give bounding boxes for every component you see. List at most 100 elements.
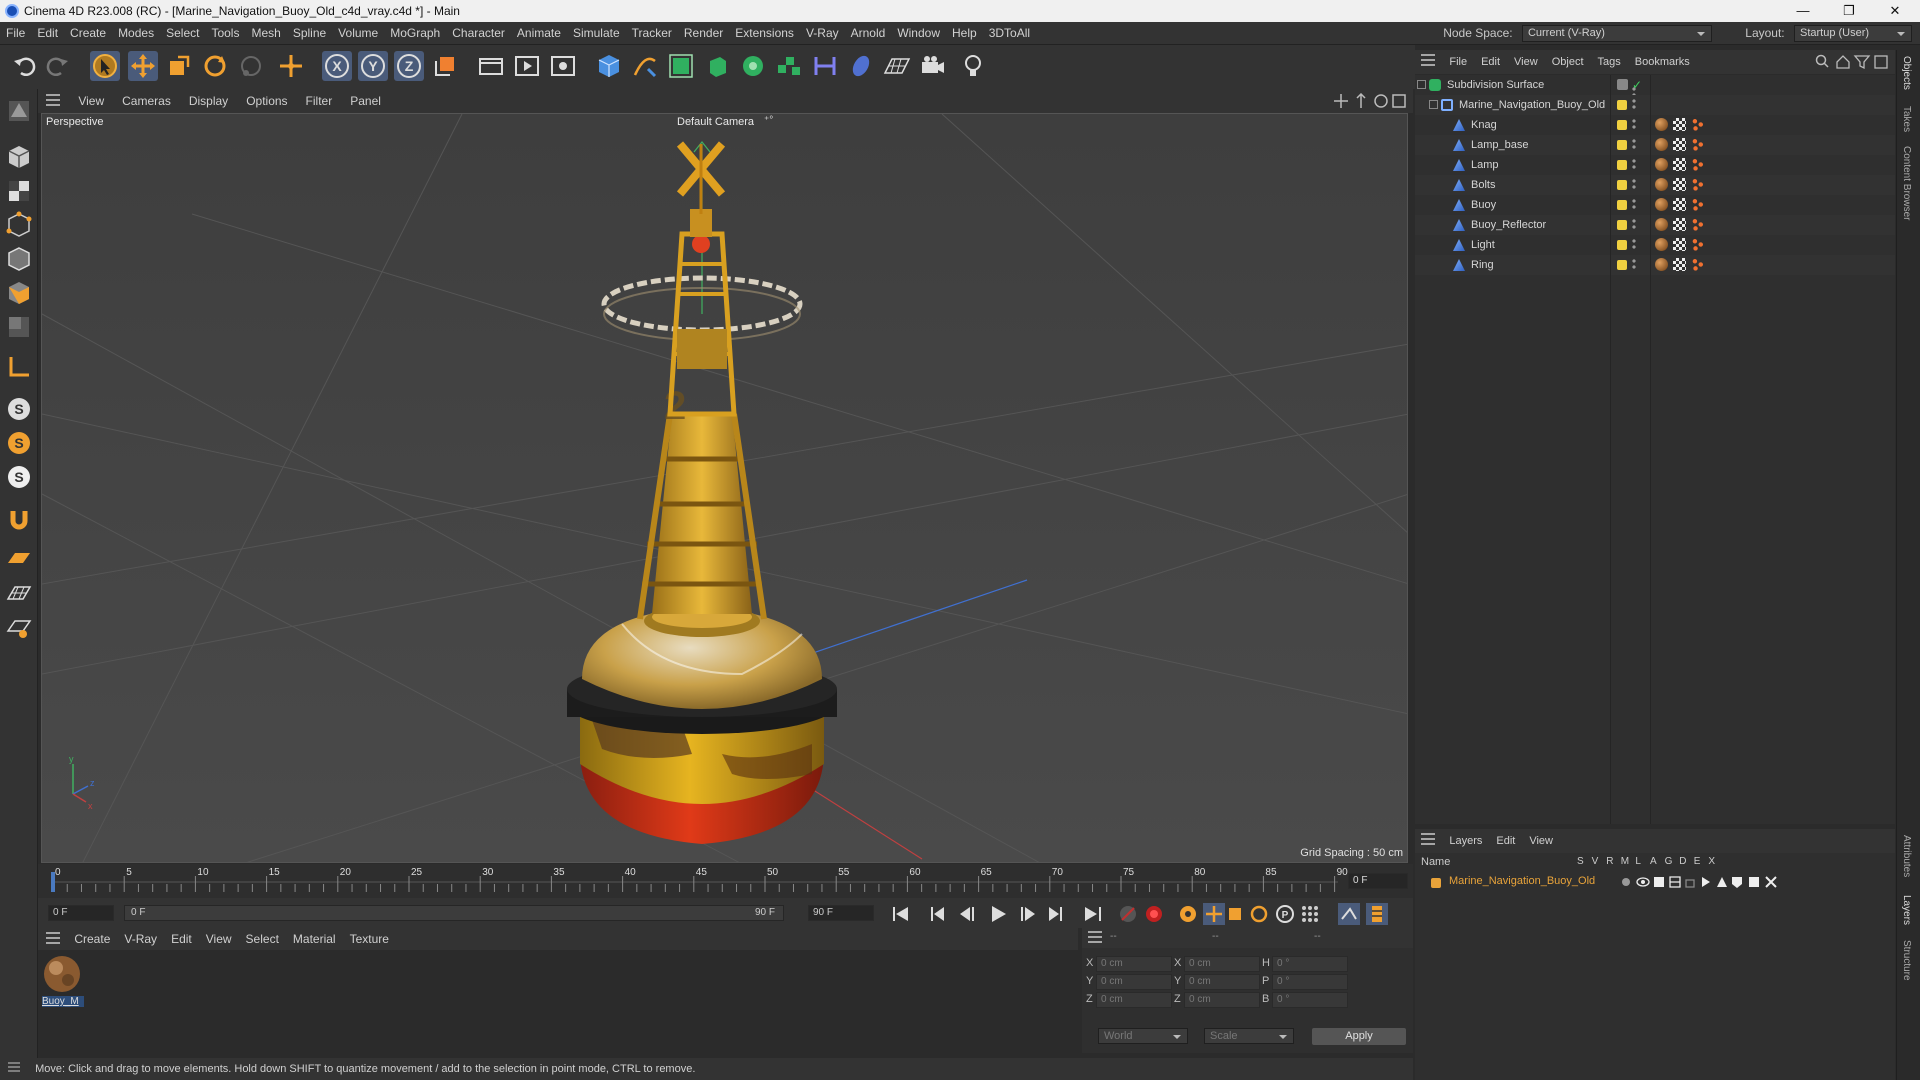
- menu-volume[interactable]: Volume: [332, 22, 384, 45]
- layer-column-d[interactable]: D: [1679, 856, 1686, 867]
- layer-name[interactable]: Marine_Navigation_Buoy_Old: [1449, 875, 1595, 887]
- array-icon[interactable]: [774, 51, 804, 81]
- layer-flag-icons[interactable]: [1619, 875, 1799, 889]
- objects-menu-file[interactable]: File: [1442, 50, 1474, 74]
- coord-field[interactable]: 0 °: [1272, 974, 1348, 990]
- material-hamburger-icon[interactable]: [46, 932, 60, 947]
- material-swatch[interactable]: Buoy_M: [42, 954, 84, 1012]
- object-row-lamp[interactable]: Lamp: [1415, 155, 1895, 175]
- go-to-start-icon[interactable]: [893, 907, 908, 921]
- tab-objects[interactable]: Objects: [1901, 56, 1912, 90]
- layer-color-icon[interactable]: [1617, 260, 1627, 270]
- object-row-knag[interactable]: Knag: [1415, 115, 1895, 135]
- object-name[interactable]: Lamp: [1471, 155, 1499, 175]
- spline-pen-icon[interactable]: [630, 51, 660, 81]
- menu-v-ray[interactable]: V-Ray: [800, 22, 845, 45]
- x-axis-lock-icon[interactable]: X: [322, 51, 352, 81]
- snap-icon[interactable]: S: [5, 395, 33, 423]
- objects-menu-view[interactable]: View: [1507, 50, 1545, 74]
- material-menu-select[interactable]: Select: [239, 928, 286, 950]
- coordinate-system-icon[interactable]: [430, 51, 460, 81]
- rotation-key-icon[interactable]: [1250, 905, 1268, 923]
- menu-arnold[interactable]: Arnold: [845, 22, 892, 45]
- grid-icon[interactable]: [5, 579, 33, 607]
- object-row-subdivision-surface[interactable]: Subdivision Surface ✓: [1415, 75, 1895, 98]
- point-level-animation-icon[interactable]: [1302, 906, 1318, 922]
- minimize-button[interactable]: —: [1780, 0, 1826, 22]
- object-row-marine-navigation-buoy-old[interactable]: Marine_Navigation_Buoy_Old: [1415, 95, 1895, 115]
- extrude-generator-icon[interactable]: [702, 51, 732, 81]
- snap-settings-icon[interactable]: S: [5, 429, 33, 457]
- objects-hamburger-icon[interactable]: [1421, 54, 1435, 69]
- material-menu-view[interactable]: View: [199, 928, 239, 950]
- y-axis-lock-icon[interactable]: Y: [358, 51, 388, 81]
- viewport-menu-filter[interactable]: Filter: [297, 89, 342, 113]
- layer-color-icon[interactable]: [1617, 240, 1627, 250]
- material-menu-texture[interactable]: Texture: [343, 928, 396, 950]
- material-tag-icon[interactable]: [1655, 198, 1668, 211]
- material-tag-icon[interactable]: [1655, 158, 1668, 171]
- layer-color-icon[interactable]: [1617, 180, 1627, 190]
- layer-color-icon[interactable]: [1617, 160, 1627, 170]
- material-menu-v-ray[interactable]: V-Ray: [117, 928, 164, 950]
- frame-range-slider[interactable]: 0 F 90 F: [124, 905, 784, 921]
- menu-3dtoall[interactable]: 3DToAll: [983, 22, 1036, 45]
- coordinate-space-select[interactable]: World: [1098, 1028, 1188, 1044]
- render-picture-viewer-icon[interactable]: [512, 51, 542, 81]
- layers-menu-layers[interactable]: Layers: [1442, 829, 1489, 853]
- viewport-menu-options[interactable]: Options: [237, 89, 296, 113]
- visibility-dots-icon[interactable]: [1632, 198, 1636, 210]
- visibility-dots-icon[interactable]: [1632, 158, 1636, 170]
- object-name[interactable]: Light: [1471, 235, 1495, 255]
- vray-tag-icon[interactable]: [1691, 238, 1704, 251]
- menu-mesh[interactable]: Mesh: [245, 22, 286, 45]
- layer-color-icon[interactable]: [1617, 140, 1627, 150]
- expand-toggle-icon[interactable]: [1417, 80, 1426, 89]
- coord-field[interactable]: 0 °: [1272, 992, 1348, 1008]
- layer-color-icon[interactable]: [1617, 220, 1627, 230]
- object-row-lamp-base[interactable]: Lamp_base: [1415, 135, 1895, 155]
- next-key-icon[interactable]: [1049, 907, 1062, 921]
- timeline-window-icon[interactable]: [1366, 903, 1388, 925]
- motion-tracking-icon[interactable]: [1338, 903, 1360, 925]
- texture-mode-icon[interactable]: [5, 177, 33, 205]
- viewport-projection-label[interactable]: Perspective: [46, 116, 103, 128]
- objects-menu-edit[interactable]: Edit: [1474, 50, 1507, 74]
- layer-column-a[interactable]: A: [1650, 856, 1657, 867]
- tab-attributes[interactable]: Attributes: [1901, 835, 1912, 877]
- keyframe-selection-icon[interactable]: [1180, 906, 1196, 922]
- layer-column-e[interactable]: E: [1694, 856, 1701, 867]
- object-name[interactable]: Bolts: [1471, 175, 1495, 195]
- select-tool-icon[interactable]: [90, 51, 120, 81]
- menu-window[interactable]: Window: [891, 22, 946, 45]
- object-manager-tools[interactable]: [1815, 54, 1891, 70]
- object-name[interactable]: Buoy: [1471, 195, 1496, 215]
- vray-tag-icon[interactable]: [1691, 178, 1704, 191]
- coord-field[interactable]: 0 cm: [1096, 974, 1172, 990]
- texture-tag-icon[interactable]: [1673, 158, 1686, 171]
- light-icon[interactable]: [958, 51, 988, 81]
- layer-column-v[interactable]: V: [1592, 856, 1599, 867]
- vray-tag-icon[interactable]: [1691, 218, 1704, 231]
- start-frame-field[interactable]: 0 F: [48, 905, 114, 921]
- camera-icon[interactable]: [918, 51, 948, 81]
- current-frame-field[interactable]: 0 F: [1348, 873, 1408, 889]
- vray-tag-icon[interactable]: [1691, 198, 1704, 211]
- menu-select[interactable]: Select: [160, 22, 205, 45]
- layer-column-x[interactable]: X: [1708, 856, 1715, 867]
- edges-mode-icon[interactable]: [5, 245, 33, 273]
- layer-column-r[interactable]: R: [1606, 856, 1613, 867]
- coord-field[interactable]: 0 cm: [1184, 974, 1260, 990]
- texture-tag-icon[interactable]: [1673, 178, 1686, 191]
- previous-key-icon[interactable]: [931, 907, 944, 921]
- points-mode-icon[interactable]: [5, 211, 33, 239]
- viewport-menu-panel[interactable]: Panel: [341, 89, 390, 113]
- objects-menu-tags[interactable]: Tags: [1591, 50, 1628, 74]
- field-icon[interactable]: [846, 51, 876, 81]
- editor-toggle-icon[interactable]: [1617, 79, 1628, 90]
- menu-file[interactable]: File: [0, 22, 31, 45]
- camera-link-icon[interactable]: ⁺°: [764, 115, 773, 126]
- axis-mode-icon[interactable]: [5, 353, 33, 381]
- coord-field[interactable]: 0 °: [1272, 956, 1348, 972]
- previous-frame-icon[interactable]: [960, 907, 974, 921]
